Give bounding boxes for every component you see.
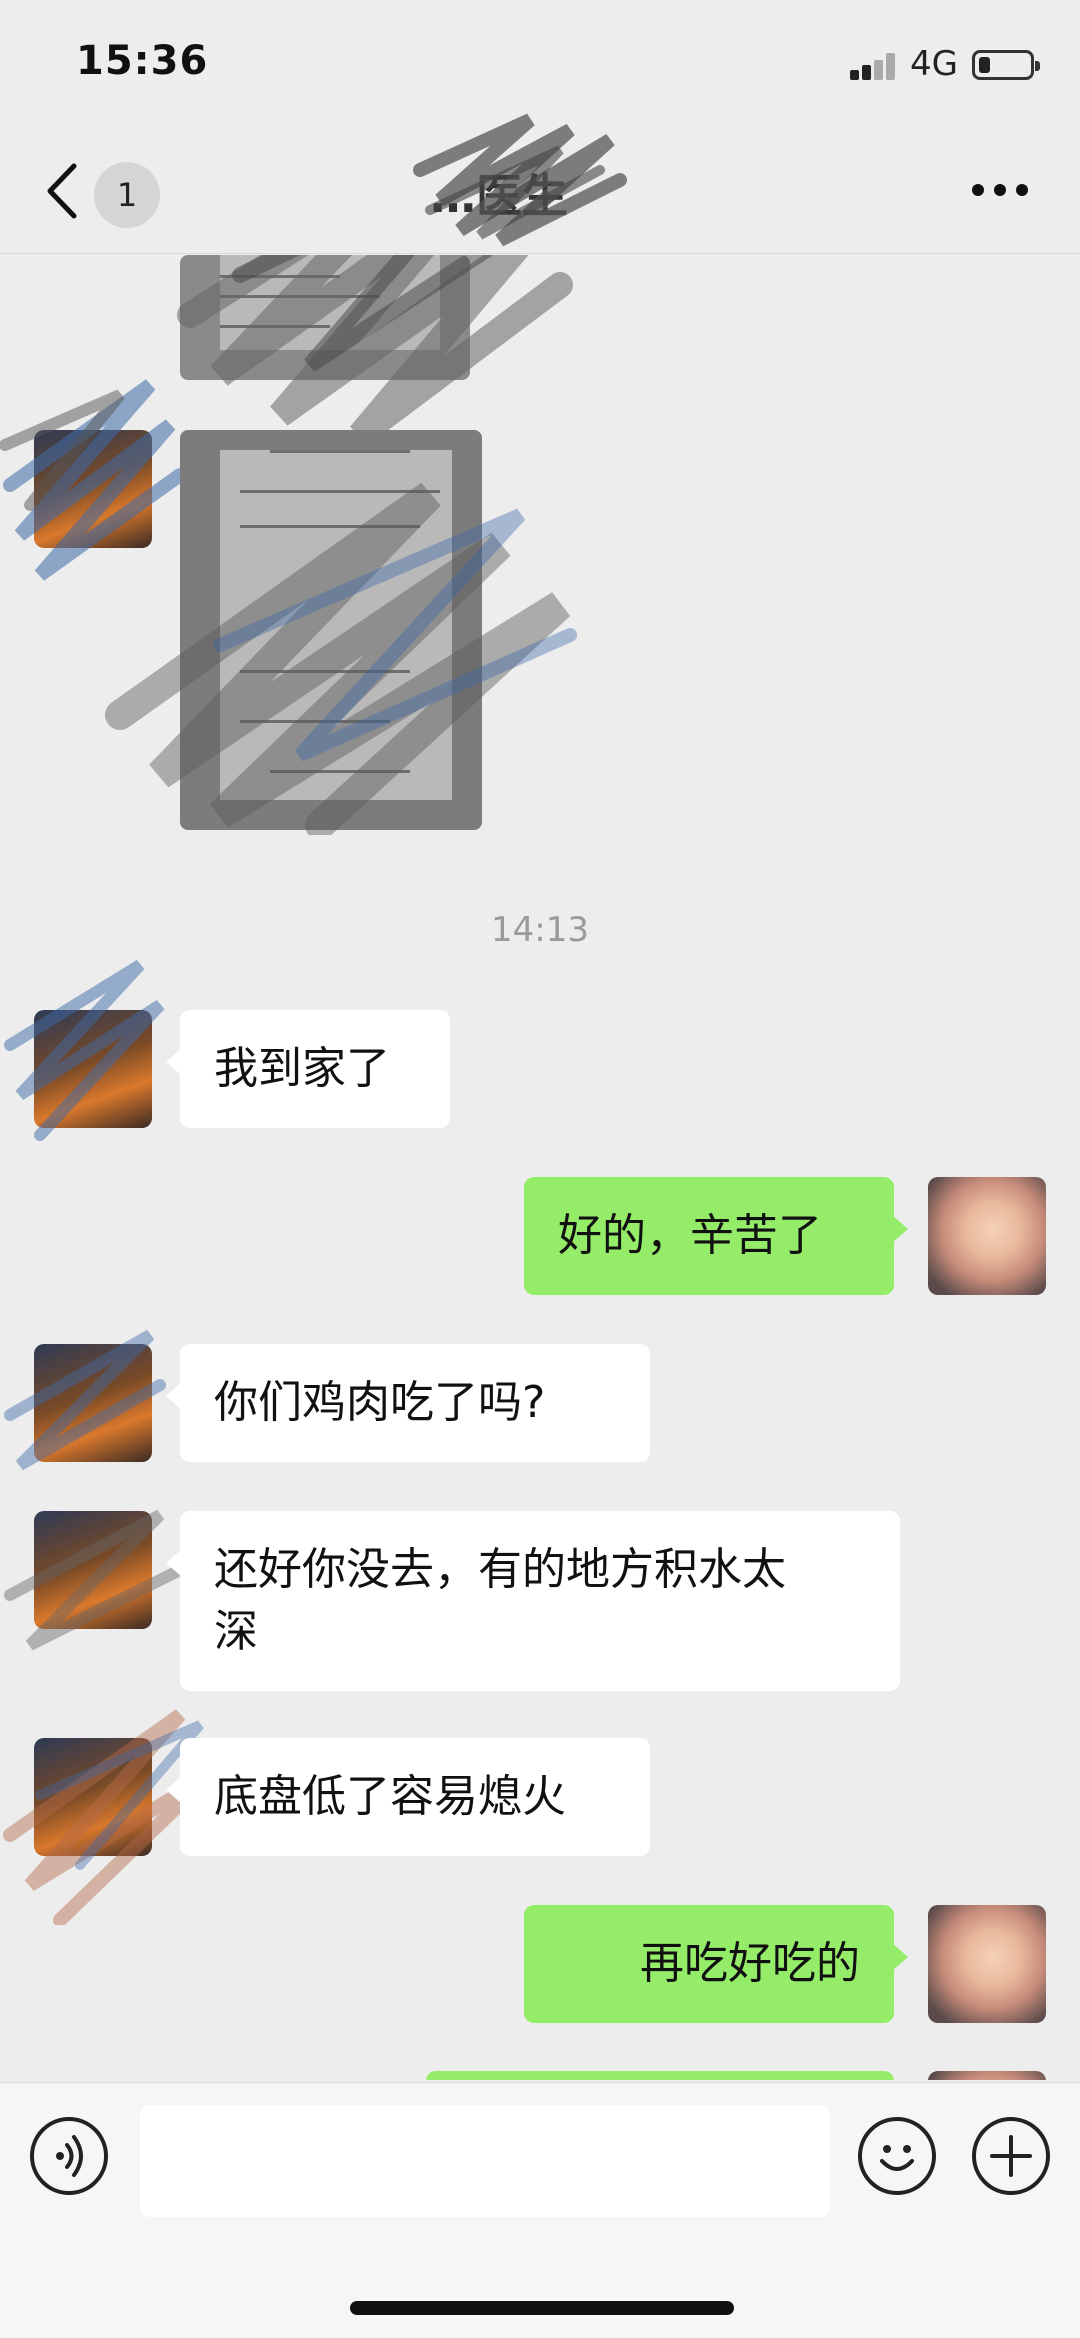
- chevron-left-icon: [47, 163, 77, 219]
- chat-header: 1 …医生: [0, 113, 1080, 254]
- message-input[interactable]: [140, 2105, 830, 2217]
- status-time: 15:36: [76, 38, 209, 84]
- more-dots-icon: [972, 184, 984, 196]
- message-list[interactable]: 14:13 我到家了 好的，辛苦了 你们鸡肉吃了吗? 还好你没去，有的地方积水太…: [0, 255, 1080, 2080]
- battery-level: [979, 57, 990, 73]
- home-indicator[interactable]: [350, 2301, 734, 2315]
- emoji-button[interactable]: [858, 2117, 936, 2195]
- back-button[interactable]: [40, 158, 88, 224]
- voice-button[interactable]: [30, 2117, 108, 2195]
- battery-icon: [972, 50, 1040, 80]
- contact-avatar[interactable]: [34, 1010, 152, 1128]
- image-message[interactable]: [180, 430, 482, 830]
- chat-title: …医生: [430, 169, 568, 223]
- message-bubble[interactable]: 再吃好吃的: [524, 1905, 908, 2023]
- network-type: 4G: [910, 44, 958, 84]
- my-avatar[interactable]: [928, 1905, 1046, 2023]
- cellular-signal-icon: [850, 50, 904, 80]
- contact-avatar[interactable]: [34, 1344, 152, 1462]
- message-bubble[interactable]: [426, 2071, 894, 2080]
- message-text-line: 深: [214, 1606, 258, 1657]
- contact-avatar[interactable]: [34, 1511, 152, 1629]
- message-bubble[interactable]: 还好你没去，有的地方积水太 深: [166, 1511, 900, 1691]
- message-bubble[interactable]: 好的，辛苦了: [524, 1177, 908, 1295]
- message-bubble[interactable]: 我到家了: [166, 1010, 450, 1128]
- voice-icon: [56, 2135, 83, 2177]
- my-avatar[interactable]: [928, 1177, 1046, 1295]
- plus-button[interactable]: [972, 2117, 1050, 2195]
- unread-count-badge[interactable]: 1: [94, 162, 160, 228]
- message-bubble[interactable]: 你们鸡肉吃了吗?: [166, 1344, 650, 1462]
- contact-avatar[interactable]: [34, 1738, 152, 1856]
- status-bar: 15:36 4G: [0, 0, 1080, 130]
- message-bubble[interactable]: 底盘低了容易熄火: [166, 1738, 650, 1856]
- contact-avatar[interactable]: [34, 430, 152, 548]
- message-text-line: 还好你没去，有的地方积水太: [214, 1544, 786, 1595]
- more-button[interactable]: [972, 184, 1028, 200]
- emoji-icon: [880, 2145, 914, 2171]
- plus-icon: [990, 2135, 1032, 2177]
- my-avatar[interactable]: [928, 2071, 1046, 2080]
- image-message[interactable]: [180, 255, 470, 380]
- time-divider: 14:13: [491, 910, 589, 950]
- input-bar: [0, 2082, 1080, 2338]
